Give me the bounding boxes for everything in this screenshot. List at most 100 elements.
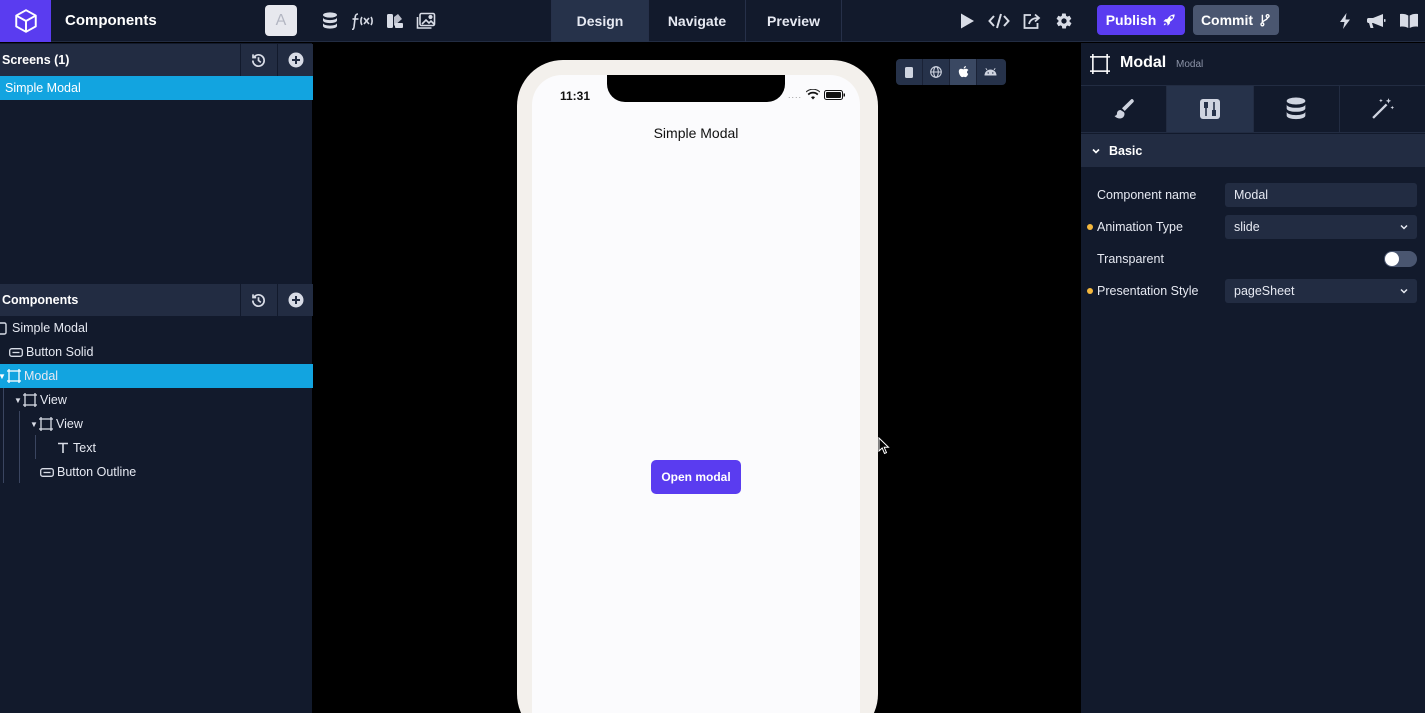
design-canvas[interactable]: 11:31 .... Simple Modal Open modal bbox=[314, 43, 1081, 713]
megaphone-icon[interactable] bbox=[1365, 10, 1387, 32]
battery-icon bbox=[824, 89, 846, 100]
caret-down-icon[interactable]: ▼ bbox=[29, 420, 39, 429]
apple-icon bbox=[958, 66, 968, 78]
frame-icon bbox=[23, 393, 37, 407]
gear-icon[interactable] bbox=[1053, 10, 1075, 32]
components-header: Components bbox=[0, 284, 313, 316]
git-branch-icon bbox=[1260, 13, 1270, 27]
tab-navigate[interactable]: Navigate bbox=[648, 0, 745, 42]
publish-button[interactable]: Publish bbox=[1097, 5, 1185, 35]
screens-history-button[interactable] bbox=[240, 44, 276, 76]
tree-item-label: Button Solid bbox=[26, 345, 94, 359]
tree-item-label: Button Outline bbox=[57, 465, 137, 479]
tree-item-modal[interactable]: ▼ Modal bbox=[0, 364, 313, 388]
caret-down-icon[interactable]: ▼ bbox=[13, 396, 23, 405]
device-screen[interactable]: 11:31 .... Simple Modal Open modal bbox=[532, 75, 860, 713]
theme-icon[interactable] bbox=[384, 10, 406, 32]
tab-configuration[interactable] bbox=[1167, 86, 1254, 132]
share-icon[interactable] bbox=[1021, 10, 1043, 32]
project-title: Components bbox=[65, 12, 157, 29]
chevron-down-icon bbox=[1400, 288, 1408, 294]
frame-icon bbox=[1090, 54, 1110, 74]
app-logo[interactable] bbox=[0, 0, 51, 42]
screen-icon bbox=[0, 321, 9, 335]
open-modal-button[interactable]: Open modal bbox=[651, 460, 741, 494]
device-notch bbox=[607, 75, 785, 102]
avatar[interactable]: A bbox=[265, 5, 297, 36]
device-ios-option[interactable] bbox=[950, 59, 977, 85]
play-icon[interactable] bbox=[956, 10, 978, 32]
mouse-cursor-icon bbox=[878, 437, 890, 455]
text-icon bbox=[56, 441, 70, 455]
component-name-input[interactable]: Modal bbox=[1225, 183, 1417, 207]
signal-icon: .... bbox=[788, 89, 803, 100]
image-library-icon[interactable] bbox=[415, 10, 437, 32]
globe-icon bbox=[930, 66, 942, 78]
inspector-header: Modal Modal bbox=[1081, 43, 1425, 85]
brush-icon bbox=[1114, 99, 1134, 119]
prop-animation-type: Animation Type slide bbox=[1081, 215, 1425, 239]
prop-label: Presentation Style bbox=[1097, 284, 1199, 298]
presentation-style-select[interactable]: pageSheet bbox=[1225, 279, 1417, 303]
book-icon[interactable] bbox=[1398, 10, 1420, 32]
transparent-toggle[interactable] bbox=[1384, 251, 1417, 267]
publish-label: Publish bbox=[1105, 12, 1157, 28]
tree-item-simple-modal[interactable]: Simple Modal bbox=[0, 316, 313, 340]
prop-label: Transparent bbox=[1097, 252, 1164, 266]
animation-type-select[interactable]: slide bbox=[1225, 215, 1417, 239]
caret-down-icon[interactable]: ▼ bbox=[0, 372, 7, 381]
code-icon[interactable] bbox=[988, 10, 1010, 32]
toggle-knob bbox=[1385, 252, 1399, 266]
database-icon[interactable] bbox=[319, 10, 341, 32]
magic-wand-icon bbox=[1372, 98, 1395, 119]
frame-icon bbox=[39, 417, 53, 431]
add-screen-button[interactable] bbox=[277, 44, 313, 76]
tree-item-button-solid[interactable]: Button Solid bbox=[0, 340, 313, 364]
rocket-icon bbox=[1163, 14, 1175, 26]
history-icon bbox=[251, 293, 265, 307]
plus-circle-icon bbox=[288, 292, 303, 308]
tree-item-label: View bbox=[56, 417, 83, 431]
components-history-button[interactable] bbox=[240, 284, 276, 316]
commit-button[interactable]: Commit bbox=[1193, 5, 1279, 35]
frame-icon bbox=[7, 369, 21, 383]
tab-interactions[interactable] bbox=[1340, 86, 1425, 132]
tree-item-text[interactable]: Text bbox=[0, 436, 313, 460]
inspector-panel: Modal Modal Basic Component name Modal A… bbox=[1081, 43, 1425, 713]
tree-item-view[interactable]: ▼ View bbox=[0, 388, 313, 412]
database-icon bbox=[1286, 97, 1306, 120]
components-title: Components bbox=[2, 293, 79, 307]
lightning-icon[interactable] bbox=[1334, 10, 1356, 32]
mode-tabs: Design Navigate Preview bbox=[551, 0, 842, 42]
tab-style[interactable] bbox=[1081, 86, 1168, 132]
inspector-title: Modal bbox=[1120, 54, 1167, 71]
device-web-option[interactable] bbox=[923, 59, 950, 85]
screen-item-simple-modal[interactable]: Simple Modal bbox=[0, 76, 313, 100]
prop-presentation-style: Presentation Style pageSheet bbox=[1081, 279, 1425, 303]
button-icon bbox=[9, 345, 23, 359]
modified-indicator bbox=[1087, 224, 1093, 230]
sliders-icon bbox=[1199, 99, 1220, 119]
wifi-icon bbox=[806, 89, 821, 100]
cube-icon bbox=[14, 9, 37, 33]
tree-item-button-outline[interactable]: Button Outline bbox=[0, 460, 313, 484]
tree-item-label: View bbox=[40, 393, 67, 407]
device-android-option[interactable] bbox=[977, 59, 1004, 85]
section-basic-label: Basic bbox=[1109, 143, 1143, 158]
animation-type-value: slide bbox=[1234, 220, 1260, 234]
android-icon bbox=[984, 68, 997, 76]
add-component-button[interactable] bbox=[277, 284, 313, 316]
tab-data[interactable] bbox=[1254, 86, 1340, 132]
tree-item-view-nested[interactable]: ▼ View bbox=[0, 412, 313, 436]
function-icon[interactable] bbox=[350, 10, 376, 32]
screens-header: Screens (1) bbox=[0, 44, 313, 76]
device-phone-option[interactable] bbox=[896, 59, 923, 85]
prop-transparent: Transparent bbox=[1081, 247, 1425, 271]
chevron-down-icon bbox=[1092, 148, 1100, 154]
section-basic[interactable]: Basic bbox=[1081, 134, 1425, 167]
tree-item-label: Text bbox=[73, 441, 96, 455]
tab-design[interactable]: Design bbox=[551, 0, 648, 42]
modified-indicator bbox=[1087, 288, 1093, 294]
tab-preview[interactable]: Preview bbox=[745, 0, 842, 42]
status-indicators: .... bbox=[788, 89, 846, 100]
